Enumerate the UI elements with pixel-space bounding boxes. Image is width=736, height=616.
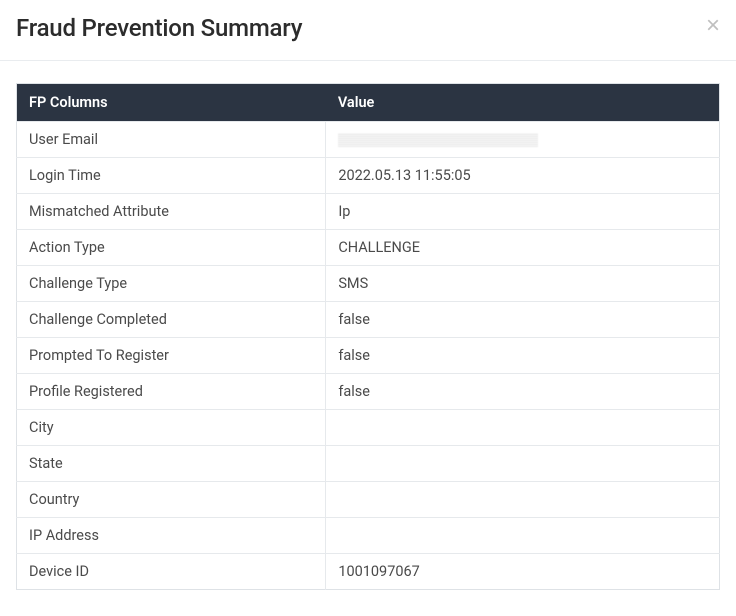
- table-row: Device ID1001097067: [17, 554, 720, 590]
- row-label: Login Time: [17, 158, 326, 194]
- table-row: IP Address: [17, 518, 720, 554]
- row-value: [326, 122, 720, 158]
- fraud-summary-table: FP Columns Value User EmailLogin Time202…: [16, 83, 720, 590]
- row-label: Device ID: [17, 554, 326, 590]
- table-row: State: [17, 446, 720, 482]
- row-label: Country: [17, 482, 326, 518]
- row-label: City: [17, 410, 326, 446]
- table-row: Action TypeCHALLENGE: [17, 230, 720, 266]
- row-label: Mismatched Attribute: [17, 194, 326, 230]
- row-label: State: [17, 446, 326, 482]
- table-row: Login Time2022.05.13 11:55:05: [17, 158, 720, 194]
- row-value: 1001097067: [326, 554, 720, 590]
- row-label: Challenge Completed: [17, 302, 326, 338]
- row-label: IP Address: [17, 518, 326, 554]
- table-row: Challenge TypeSMS: [17, 266, 720, 302]
- row-value: [326, 482, 720, 518]
- table-row: User Email: [17, 122, 720, 158]
- row-value: SMS: [326, 266, 720, 302]
- modal-header: Fraud Prevention Summary ×: [0, 0, 736, 61]
- row-value: false: [326, 338, 720, 374]
- redacted-value: [338, 133, 538, 147]
- modal: Fraud Prevention Summary × FP Columns Va…: [0, 0, 736, 616]
- table-row: Prompted To Registerfalse: [17, 338, 720, 374]
- modal-body: FP Columns Value User EmailLogin Time202…: [0, 61, 736, 606]
- close-button[interactable]: ×: [706, 14, 720, 38]
- row-label: Profile Registered: [17, 374, 326, 410]
- row-value: 2022.05.13 11:55:05: [326, 158, 720, 194]
- table-row: Profile Registeredfalse: [17, 374, 720, 410]
- row-label: Action Type: [17, 230, 326, 266]
- row-label: Challenge Type: [17, 266, 326, 302]
- row-value: [326, 410, 720, 446]
- row-value: [326, 446, 720, 482]
- table-row: City: [17, 410, 720, 446]
- row-value: false: [326, 302, 720, 338]
- table-row: Challenge Completedfalse: [17, 302, 720, 338]
- row-value: false: [326, 374, 720, 410]
- page-title: Fraud Prevention Summary: [16, 14, 302, 42]
- table-row: Mismatched AttributeIp: [17, 194, 720, 230]
- table-row: Country: [17, 482, 720, 518]
- row-value: CHALLENGE: [326, 230, 720, 266]
- row-value: Ip: [326, 194, 720, 230]
- column-header-value: Value: [326, 84, 720, 122]
- row-label: Prompted To Register: [17, 338, 326, 374]
- row-value: [326, 518, 720, 554]
- column-header-key: FP Columns: [17, 84, 326, 122]
- row-label: User Email: [17, 122, 326, 158]
